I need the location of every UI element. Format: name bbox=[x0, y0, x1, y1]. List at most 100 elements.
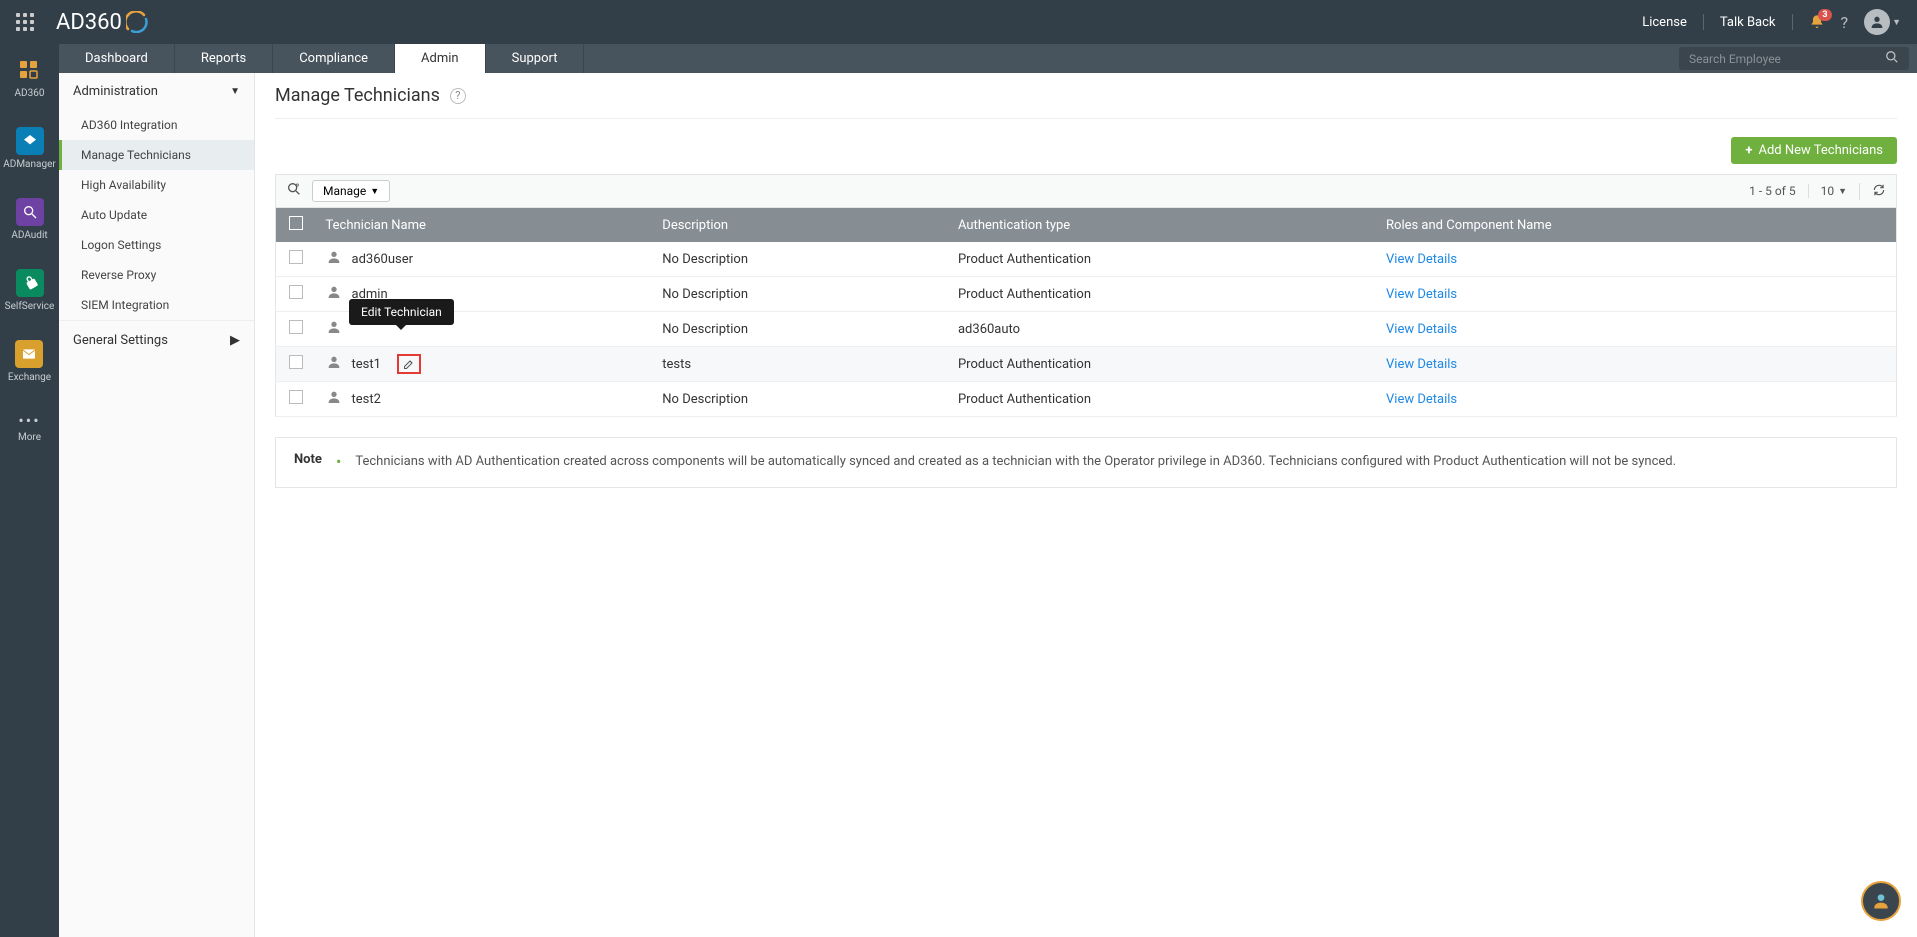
description-cell: No Description bbox=[652, 382, 948, 417]
search-icon[interactable] bbox=[1875, 49, 1909, 68]
table-row: adminNo DescriptionProduct Authenticatio… bbox=[276, 277, 1897, 312]
technician-name: test2 bbox=[352, 392, 381, 407]
sidebar-item-siem-integration[interactable]: SIEM Integration bbox=[59, 290, 254, 320]
help-icon[interactable]: ? bbox=[1841, 13, 1849, 32]
sidebar-section-general[interactable]: General Settings ▶ bbox=[59, 320, 254, 360]
row-checkbox[interactable] bbox=[289, 390, 303, 404]
table-toolbar: Manage ▼ 1 - 5 of 5 10 ▼ bbox=[275, 174, 1897, 207]
help-icon[interactable]: ? bbox=[450, 88, 466, 104]
nav-tab-reports[interactable]: Reports bbox=[175, 44, 273, 73]
row-checkbox[interactable] bbox=[289, 285, 303, 299]
refresh-button[interactable] bbox=[1859, 183, 1886, 200]
select-all-checkbox[interactable] bbox=[289, 216, 303, 230]
sidebar-item-reverse-proxy[interactable]: Reverse Proxy bbox=[59, 260, 254, 290]
rail-more[interactable]: ••• More bbox=[18, 411, 41, 443]
auth-cell: Product Authentication bbox=[948, 382, 1376, 417]
nav-tab-support[interactable]: Support bbox=[486, 44, 585, 73]
technician-name: ad360user bbox=[352, 252, 414, 267]
bullet-icon: • bbox=[336, 454, 341, 473]
view-details-link[interactable]: View Details bbox=[1386, 357, 1457, 372]
edit-technician-button[interactable] bbox=[397, 354, 421, 374]
admanager-icon bbox=[16, 127, 44, 155]
view-details-link[interactable]: View Details bbox=[1386, 392, 1457, 407]
technicians-table: Technician Name Description Authenticati… bbox=[275, 207, 1897, 417]
pagination-label: 1 - 5 of 5 bbox=[1749, 184, 1795, 198]
auth-cell: ad360auto bbox=[948, 312, 1376, 347]
col-description[interactable]: Description bbox=[652, 208, 948, 243]
divider bbox=[1703, 14, 1704, 30]
manage-dropdown[interactable]: Manage ▼ bbox=[312, 180, 390, 202]
view-details-link[interactable]: View Details bbox=[1386, 287, 1457, 302]
page-title-row: Manage Technicians ? bbox=[275, 85, 1897, 119]
sidebar-item-high-availability[interactable]: High Availability bbox=[59, 170, 254, 200]
user-dropdown-caret[interactable]: ▼ bbox=[1892, 17, 1901, 28]
user-icon bbox=[326, 249, 342, 269]
rail-item-admanager[interactable]: ADManager bbox=[3, 127, 56, 170]
rail-item-exchange[interactable]: Exchange bbox=[8, 340, 51, 383]
table-search-icon[interactable] bbox=[286, 181, 302, 201]
plus-icon: + bbox=[1745, 143, 1752, 158]
row-checkbox[interactable] bbox=[289, 250, 303, 264]
description-cell: No Description bbox=[652, 312, 948, 347]
rail-item-adaudit[interactable]: ADAudit bbox=[11, 198, 47, 241]
adaudit-icon bbox=[16, 198, 44, 226]
sidebar-item-auto-update[interactable]: Auto Update bbox=[59, 200, 254, 230]
nav-tab-compliance[interactable]: Compliance bbox=[273, 44, 395, 73]
description-cell: No Description bbox=[652, 242, 948, 277]
sidebar-item-logon-settings[interactable]: Logon Settings bbox=[59, 230, 254, 260]
row-checkbox[interactable] bbox=[289, 320, 303, 334]
selfservice-icon bbox=[16, 269, 44, 297]
user-icon bbox=[326, 354, 342, 374]
user-icon bbox=[326, 389, 342, 409]
notifications-icon[interactable]: 3 bbox=[1809, 14, 1825, 30]
chevron-down-icon: ▼ bbox=[370, 186, 379, 197]
app-launcher-icon[interactable] bbox=[16, 13, 34, 31]
rail-item-selfservice[interactable]: SelfService bbox=[5, 269, 55, 312]
edit-tooltip: Edit Technician bbox=[349, 299, 454, 325]
top-header: AD360 License Talk Back 3 ? ▼ bbox=[0, 0, 1917, 44]
per-page-dropdown[interactable]: 10 ▼ bbox=[1808, 184, 1847, 198]
exchange-icon bbox=[15, 340, 43, 368]
license-link[interactable]: License bbox=[1642, 15, 1687, 30]
chat-fab[interactable] bbox=[1861, 881, 1901, 921]
view-details-link[interactable]: View Details bbox=[1386, 322, 1457, 337]
user-icon bbox=[326, 284, 342, 304]
col-technician-name[interactable]: Technician Name bbox=[316, 208, 653, 243]
user-icon bbox=[326, 319, 342, 339]
main-nav: DashboardReportsComplianceAdminSupport bbox=[59, 44, 1917, 73]
technician-name: test1 bbox=[352, 357, 381, 372]
content: Manage Technicians ? + Add New Technicia… bbox=[255, 73, 1917, 937]
table-row: ad360user No DescriptionProduct Authentic… bbox=[276, 242, 1897, 277]
note-label: Note bbox=[294, 452, 322, 473]
auth-cell: Product Authentication bbox=[948, 277, 1376, 312]
sidebar-item-manage-technicians[interactable]: Manage Technicians bbox=[59, 140, 254, 170]
sidebar-section-administration[interactable]: Administration ▼ bbox=[59, 73, 254, 110]
view-details-link[interactable]: View Details bbox=[1386, 252, 1457, 267]
chevron-down-icon: ▼ bbox=[1838, 186, 1847, 197]
description-cell: No Description bbox=[652, 277, 948, 312]
nav-tab-dashboard[interactable]: Dashboard bbox=[59, 44, 175, 73]
chevron-down-icon: ▼ bbox=[230, 86, 240, 97]
brand-logo: AD360 bbox=[56, 10, 148, 35]
col-roles[interactable]: Roles and Component Name bbox=[1376, 208, 1896, 243]
row-checkbox[interactable] bbox=[289, 355, 303, 369]
search-input[interactable] bbox=[1679, 48, 1875, 70]
auth-cell: Product Authentication bbox=[948, 242, 1376, 277]
table-row: test1testsProduct AuthenticationView Det… bbox=[276, 347, 1897, 382]
add-new-technicians-button[interactable]: + Add New Technicians bbox=[1731, 137, 1897, 164]
ad360-icon bbox=[15, 56, 43, 84]
nav-tab-admin[interactable]: Admin bbox=[395, 44, 486, 73]
divider bbox=[1792, 14, 1793, 30]
note-text: Technicians with AD Authentication creat… bbox=[355, 452, 1878, 473]
talkback-link[interactable]: Talk Back bbox=[1720, 15, 1776, 30]
chevron-right-icon: ▶ bbox=[230, 333, 240, 348]
page-title: Manage Technicians bbox=[275, 85, 440, 106]
employee-search[interactable] bbox=[1679, 47, 1909, 70]
more-dots-icon: ••• bbox=[18, 411, 40, 430]
left-rail: AD360 ADManager ADAudit SelfService Exch… bbox=[0, 44, 59, 937]
col-auth-type[interactable]: Authentication type bbox=[948, 208, 1376, 243]
table-row: test2 No DescriptionProduct Authenticatio… bbox=[276, 382, 1897, 417]
user-avatar[interactable] bbox=[1864, 9, 1890, 35]
sidebar-item-ad360-integration[interactable]: AD360 Integration bbox=[59, 110, 254, 140]
rail-item-ad360[interactable]: AD360 bbox=[15, 56, 45, 99]
